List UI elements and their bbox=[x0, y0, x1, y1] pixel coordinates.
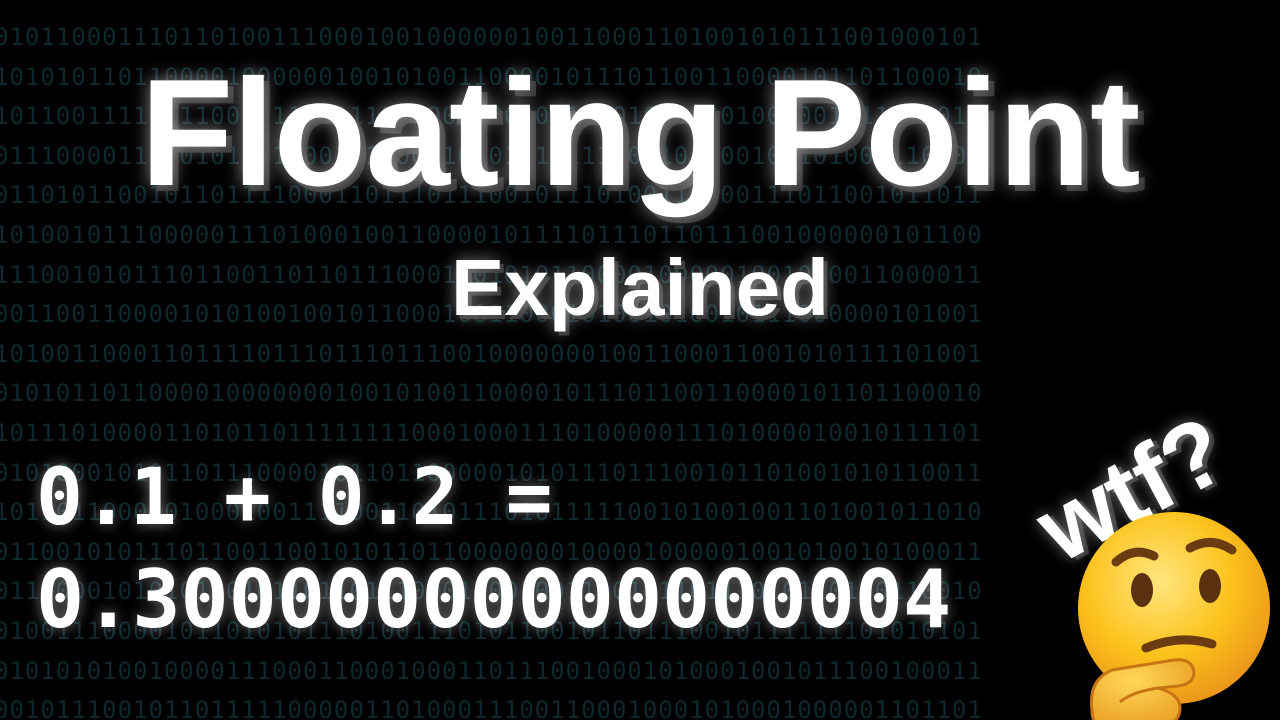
thumbnail-canvas: 0101100011101101001110001001000000100110… bbox=[0, 0, 1280, 720]
thinking-face-icon bbox=[1078, 512, 1270, 720]
binary-row: 1011101000011010110111111110001000111010… bbox=[0, 418, 983, 447]
subtitle: Explained bbox=[451, 243, 829, 332]
equation-line-1: 0.1 + 0.2 = bbox=[36, 453, 553, 543]
title: Floating Point bbox=[140, 48, 1140, 218]
equation-line-2: 0.30000000000000004 bbox=[36, 553, 952, 646]
binary-row: 0101011011000010000000100101001100001011… bbox=[0, 379, 983, 408]
binary-row: 1010011000110111101110111011100100000001… bbox=[0, 339, 983, 368]
